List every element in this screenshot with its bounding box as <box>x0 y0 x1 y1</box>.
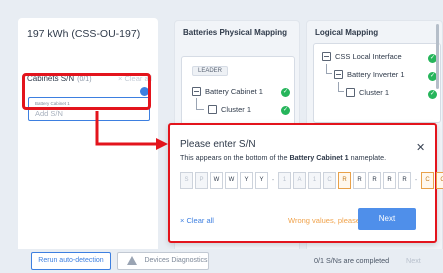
tree-item-label: Cluster 1 <box>359 88 390 97</box>
interface-icon <box>322 52 331 61</box>
sn-char-input[interactable]: P <box>195 172 208 189</box>
tree-item-battery-cabinet[interactable]: Battery Cabinet 1 <box>192 87 263 96</box>
inverter-icon <box>334 70 343 79</box>
tree-item-logical-cluster[interactable]: Cluster 1 <box>346 88 389 97</box>
sn-char-input[interactable]: C <box>436 172 443 189</box>
tree-item-label: Battery Cabinet 1 <box>205 87 263 96</box>
sn-char-input[interactable]: 1 <box>278 172 291 189</box>
subtitle-text-end: nameplate. <box>348 153 387 162</box>
sn-char-input[interactable]: R <box>383 172 396 189</box>
subtitle-cabinet-name: Battery Cabinet 1 <box>289 153 349 162</box>
sn-char-input[interactable]: C <box>323 172 336 189</box>
warning-icon <box>127 256 137 265</box>
cluster-icon <box>346 88 355 97</box>
sn-char-input[interactable]: Y <box>240 172 253 189</box>
tree-connector <box>196 98 204 110</box>
sn-char-input[interactable]: A <box>293 172 306 189</box>
logical-mapping-title: Logical Mapping <box>315 28 379 37</box>
dialog-next-button[interactable]: Next <box>358 208 416 230</box>
sn-separator: - <box>414 177 418 184</box>
dialog-title: Please enter S/N <box>180 139 256 150</box>
sn-char-input[interactable]: R <box>338 172 351 189</box>
leader-badge: LEADER <box>192 66 229 76</box>
check-icon: ✓ <box>281 106 290 115</box>
sn-char-input[interactable]: R <box>368 172 381 189</box>
tree-item-label: CSS Local Interface <box>335 52 402 61</box>
check-icon: ✓ <box>428 90 437 99</box>
sn-char-input[interactable]: W <box>210 172 223 189</box>
tree-item-css-local-interface[interactable]: CSS Local Interface <box>322 52 402 61</box>
sn-char-input[interactable]: C <box>421 172 434 189</box>
tree-connector <box>326 64 332 74</box>
physical-mapping-tree: LEADER Battery Cabinet 1 ✓ Cluster 1 ✓ <box>181 56 295 128</box>
completion-status: 0/1 S/Ns are completed <box>314 256 390 265</box>
app-window: 197 kWh (CSS-OU-197) Cabinets S/N (0/1) ×… <box>0 0 443 273</box>
subtitle-text: This appears on the bottom of the <box>180 153 290 162</box>
check-icon: ✓ <box>281 88 290 97</box>
footer-next-button[interactable]: Next <box>406 256 421 265</box>
physical-mapping-title: Batteries Physical Mapping <box>183 28 288 37</box>
sn-char-input[interactable]: S <box>180 172 193 189</box>
dialog-subtitle: This appears on the bottom of the Batter… <box>180 153 386 162</box>
sn-character-inputs: SPWWYY-1A1CRRRRR-CC <box>180 172 443 189</box>
enter-sn-dialog: Please enter S/N This appears on the bot… <box>168 123 443 243</box>
logical-mapping-tree: CSS Local Interface ✓ Battery Inverter 1… <box>313 43 441 123</box>
close-icon[interactable]: ✕ <box>416 141 425 154</box>
tree-connector <box>338 82 344 92</box>
sn-char-input[interactable]: R <box>398 172 411 189</box>
scrollbar[interactable] <box>436 24 439 89</box>
sn-char-input[interactable]: W <box>225 172 238 189</box>
cabinet-icon <box>192 87 201 96</box>
clear-all-button[interactable]: × Clear all <box>180 216 214 225</box>
devices-diagnostics-button[interactable]: Devices Diagnostics <box>117 252 209 270</box>
tree-item-label: Battery Inverter 1 <box>347 70 405 79</box>
sn-char-input[interactable]: R <box>353 172 366 189</box>
tree-item-battery-inverter[interactable]: Battery Inverter 1 <box>334 70 405 79</box>
rerun-auto-detection-button[interactable]: Rerun auto-detection <box>31 252 111 270</box>
tree-item-label: Cluster 1 <box>221 105 252 114</box>
sn-char-input[interactable]: 1 <box>308 172 321 189</box>
cluster-icon <box>208 105 217 114</box>
tree-item-cluster[interactable]: Cluster 1 <box>208 105 251 114</box>
sn-char-input[interactable]: Y <box>255 172 268 189</box>
sn-separator: - <box>271 177 275 184</box>
devices-diagnostics-label: Devices Diagnostics <box>144 257 208 264</box>
